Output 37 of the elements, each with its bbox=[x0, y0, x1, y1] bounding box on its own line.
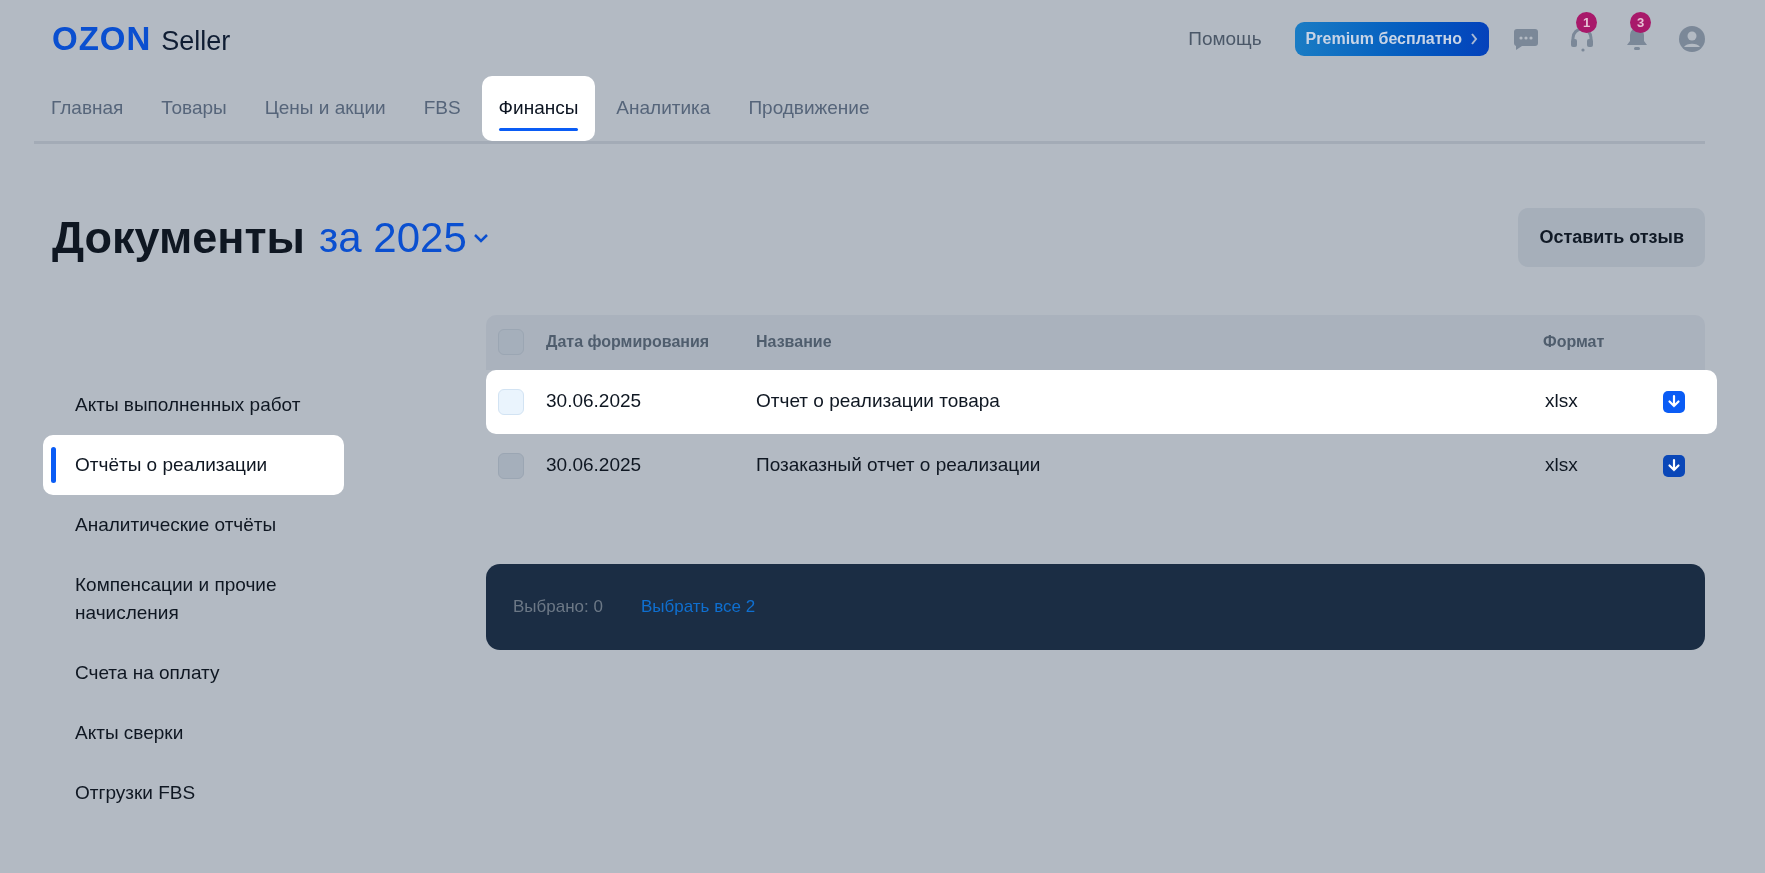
column-header: Дата формирования bbox=[546, 332, 711, 352]
notification-badge: 3 bbox=[1630, 12, 1651, 33]
notification-badge: 1 bbox=[1576, 12, 1597, 33]
help-link[interactable]: Помощь bbox=[1188, 24, 1262, 54]
product-name: Seller bbox=[161, 24, 231, 58]
premium-button[interactable]: Premium бесплатно bbox=[1294, 22, 1489, 56]
chevron-icon bbox=[1470, 33, 1478, 45]
sidebar-item[interactable]: Акты сверки bbox=[43, 702, 344, 763]
table-cell-text: 30.06.2025 bbox=[546, 389, 643, 414]
sidebar-item[interactable]: Акты выполненных работ bbox=[43, 374, 344, 435]
checkbox[interactable] bbox=[498, 452, 524, 479]
table-cell-text: Позаказный отчет о реализации bbox=[756, 453, 1042, 478]
sidebar-item[interactable]: Отгрузки FBS bbox=[43, 762, 344, 823]
sidebar-item[interactable]: Счета на оплату bbox=[43, 642, 344, 703]
sidebar-item[interactable]: Аналитические отчёты bbox=[43, 494, 344, 555]
period-dropdown[interactable]: за 2025 bbox=[319, 206, 489, 270]
table-cell-text: 30.06.2025 bbox=[546, 453, 643, 478]
table-cell-text: xlsx bbox=[1545, 389, 1579, 414]
table-cell-text: xlsx bbox=[1545, 453, 1579, 478]
sidebar-item[interactable]: Компенсации и прочие начисления bbox=[43, 554, 344, 643]
feedback-button[interactable]: Оставить отзыв bbox=[1518, 208, 1705, 268]
selected-count: Выбрано: 0 bbox=[513, 595, 603, 618]
table-row[interactable]: 30.06.2025 Отчет о реализации товара xlsx bbox=[486, 369, 1717, 434]
table-row[interactable]: 30.06.2025 Позаказный отчет о реализации xlsx bbox=[486, 433, 1705, 498]
column-header: Название bbox=[756, 332, 833, 352]
nav-tab[interactable]: Финансы bbox=[481, 76, 596, 141]
sidebar-item[interactable]: Отчёты о реализации bbox=[43, 434, 344, 495]
headset-icon[interactable] bbox=[1569, 26, 1595, 52]
table-cell-text: Отчет о реализации товара bbox=[756, 389, 1001, 414]
chat-icon[interactable] bbox=[1513, 27, 1539, 51]
column-header: Формат bbox=[1543, 332, 1606, 352]
download-icon[interactable] bbox=[1663, 390, 1685, 413]
chevron-down-icon bbox=[472, 232, 489, 243]
logo[interactable]: OZON bbox=[52, 14, 152, 64]
page-title: Документы bbox=[52, 211, 305, 265]
user-avatar-icon[interactable] bbox=[1679, 26, 1705, 52]
download-icon[interactable] bbox=[1663, 454, 1685, 477]
